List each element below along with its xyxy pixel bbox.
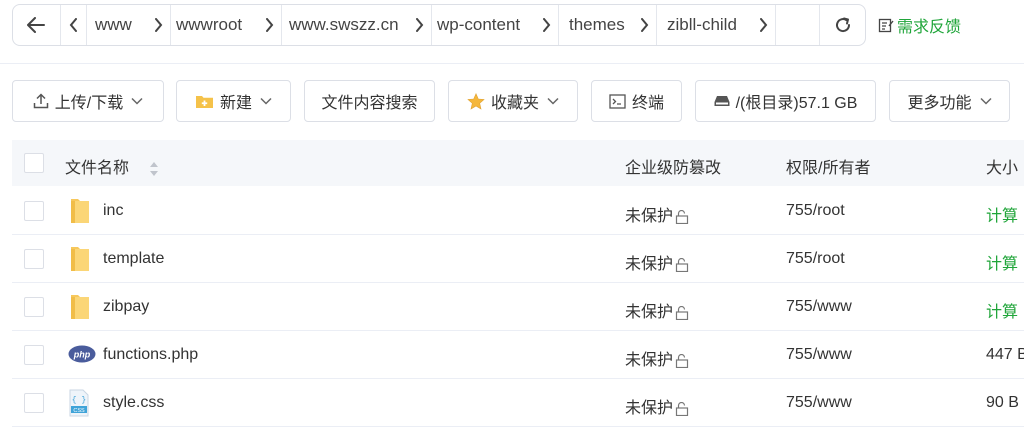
- upload-icon: [33, 93, 49, 109]
- breadcrumb-item-zibll-child[interactable]: zibll-child: [667, 5, 737, 45]
- unlock-icon: [675, 305, 689, 320]
- chevron-right-icon[interactable]: [258, 5, 280, 45]
- feedback-link[interactable]: 需求反馈: [878, 12, 961, 38]
- chevron-down-icon: [131, 97, 143, 105]
- php-file-icon: php: [68, 345, 96, 363]
- chevron-left-icon: [69, 18, 77, 32]
- folder-icon: [71, 199, 89, 223]
- column-header-permission: 权限/所有者: [786, 160, 871, 177]
- select-all-checkbox[interactable]: [24, 153, 44, 173]
- terminal-button[interactable]: 终端: [591, 80, 682, 122]
- breadcrumb-item-themes[interactable]: themes: [569, 5, 625, 45]
- table-row[interactable]: zibpay 未保护 755/www 计算: [12, 283, 1024, 331]
- new-folder-icon: [195, 93, 214, 109]
- row-checkbox[interactable]: [24, 345, 44, 365]
- chevron-right-icon[interactable]: [633, 5, 655, 45]
- more-functions-button[interactable]: 更多功能: [889, 80, 1010, 122]
- table-row[interactable]: { } CSS style.css 未保护 755/www 90 B: [12, 379, 1024, 427]
- terminal-icon: [609, 93, 626, 109]
- content-search-button[interactable]: 文件内容搜索: [304, 80, 435, 122]
- unlock-icon: [675, 353, 689, 368]
- chevron-right-icon[interactable]: [408, 5, 430, 45]
- protect-status[interactable]: 未保护: [625, 394, 689, 418]
- permission-owner[interactable]: 755/www: [786, 346, 852, 364]
- breadcrumb-item-site[interactable]: www.swszz.cn: [289, 5, 399, 45]
- row-checkbox[interactable]: [24, 297, 44, 317]
- row-checkbox[interactable]: [24, 249, 44, 269]
- protect-status[interactable]: 未保护: [625, 202, 689, 226]
- unlock-icon: [675, 209, 689, 224]
- unlock-icon: [675, 257, 689, 272]
- table-row[interactable]: inc 未保护 755/root 计算: [12, 187, 1024, 235]
- chevron-down-icon: [260, 97, 272, 105]
- file-name[interactable]: functions.php: [103, 346, 198, 364]
- upload-download-button[interactable]: 上传/下载: [12, 80, 164, 122]
- table-row[interactable]: template 未保护 755/root 计算: [12, 235, 1024, 283]
- protect-status[interactable]: 未保护: [625, 346, 689, 370]
- svg-text:php: php: [73, 350, 91, 360]
- chevron-right-icon[interactable]: [752, 5, 774, 45]
- file-size: 90 B: [986, 394, 1019, 411]
- back-button[interactable]: [13, 5, 59, 45]
- chevron-down-icon: [547, 97, 559, 105]
- file-size: 447 B: [986, 346, 1024, 363]
- terminal-label: 终端: [631, 95, 664, 112]
- breadcrumb-item-www[interactable]: www: [95, 5, 132, 45]
- disk-label: /(根目录)57.1 GB: [735, 95, 858, 112]
- row-checkbox[interactable]: [24, 201, 44, 221]
- history-button[interactable]: [61, 5, 85, 45]
- star-icon: [467, 92, 485, 110]
- folder-icon: [71, 295, 89, 319]
- feedback-label: 需求反馈: [897, 19, 962, 36]
- protect-status[interactable]: 未保护: [625, 298, 689, 322]
- content-search-label: 文件内容搜索: [321, 95, 418, 112]
- favorites-label: 收藏夹: [490, 95, 539, 112]
- column-header-name[interactable]: 文件名称: [65, 154, 159, 178]
- svg-text:{ }: { }: [72, 396, 86, 405]
- favorites-button[interactable]: 收藏夹: [448, 80, 578, 122]
- table-header: 文件名称 企业级防篡改 权限/所有者 大小: [12, 140, 1024, 186]
- permission-owner[interactable]: 755/www: [786, 394, 852, 412]
- arrow-left-icon: [27, 17, 45, 33]
- file-name[interactable]: zibpay: [103, 298, 149, 316]
- refresh-icon: [836, 17, 851, 33]
- chevron-down-icon: [979, 97, 992, 105]
- header-divider: [0, 63, 1024, 64]
- address-bar: www wwwroot www.swszz.cn wp-content them…: [12, 4, 866, 46]
- chevron-right-icon[interactable]: [147, 5, 169, 45]
- column-header-tamper: 企业级防篡改: [625, 160, 722, 177]
- more-functions-label: 更多功能: [907, 95, 972, 112]
- size-calc-link[interactable]: 计算: [986, 298, 1018, 322]
- breadcrumb-item-wp-content[interactable]: wp-content: [437, 5, 520, 45]
- protect-status[interactable]: 未保护: [625, 250, 689, 274]
- permission-owner[interactable]: 755/root: [786, 202, 845, 220]
- unlock-icon: [675, 401, 689, 416]
- row-checkbox[interactable]: [24, 393, 44, 413]
- refresh-button[interactable]: [820, 5, 865, 45]
- folder-icon: [71, 247, 89, 271]
- table-row[interactable]: php functions.php 未保护 755/www 447 B: [12, 331, 1024, 379]
- file-name[interactable]: template: [103, 250, 164, 268]
- size-calc-link[interactable]: 计算: [986, 202, 1018, 226]
- disk-button[interactable]: /(根目录)57.1 GB: [695, 80, 876, 122]
- edit-note-icon: [878, 18, 894, 33]
- svg-text:CSS: CSS: [73, 408, 85, 414]
- new-label: 新建: [219, 95, 252, 112]
- permission-owner[interactable]: 755/www: [786, 298, 852, 316]
- file-name[interactable]: inc: [103, 202, 123, 220]
- sort-icon[interactable]: [149, 161, 159, 177]
- size-calc-link[interactable]: 计算: [986, 250, 1018, 274]
- chevron-right-icon[interactable]: [535, 5, 557, 45]
- upload-download-label: 上传/下载: [54, 95, 124, 112]
- column-header-size: 大小: [986, 160, 1019, 177]
- disk-icon: [714, 95, 730, 107]
- new-button[interactable]: 新建: [176, 80, 291, 122]
- breadcrumb-item-wwwroot[interactable]: wwwroot: [176, 5, 242, 45]
- file-name[interactable]: style.css: [103, 394, 164, 412]
- permission-owner[interactable]: 755/root: [786, 250, 845, 268]
- css-file-icon: { } CSS: [69, 389, 89, 417]
